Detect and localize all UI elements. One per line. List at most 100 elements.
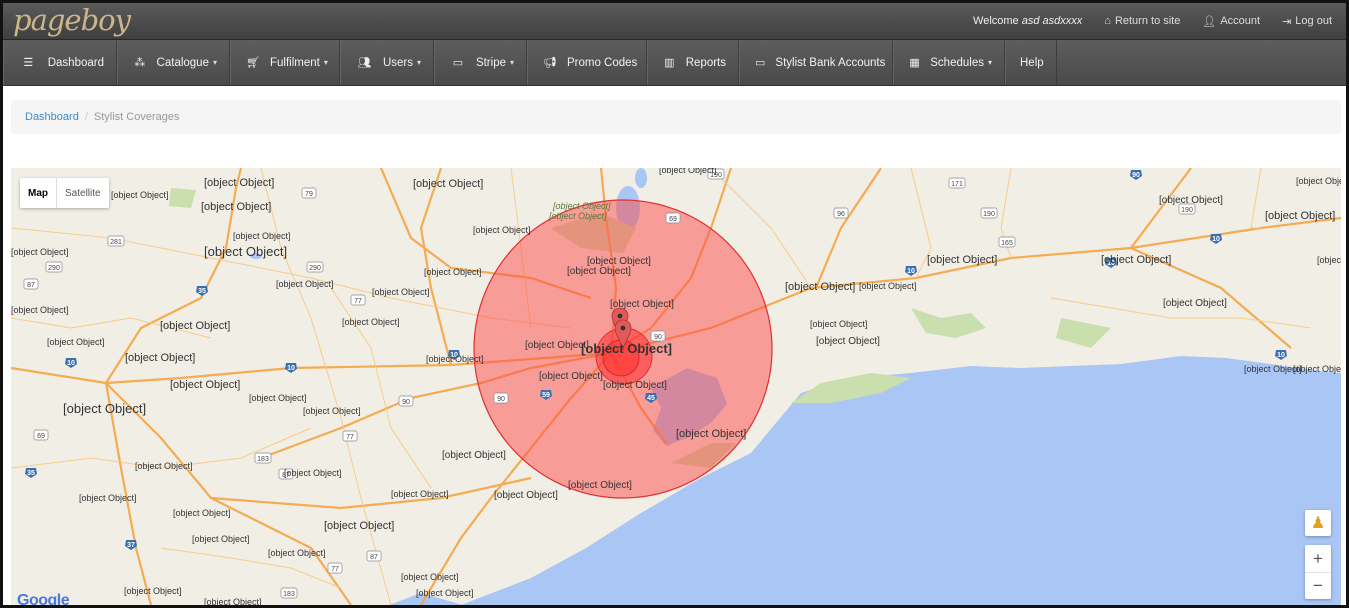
svg-text:10: 10 — [67, 360, 75, 367]
svg-text:77: 77 — [346, 434, 354, 441]
main-nav: ☰ Dashboard ⁂ Catalogue ▾ 🛒︎ Fulfilment ▾ 👥︎ U… — [3, 40, 1346, 86]
svg-text:[object Object]: [object Object] — [63, 401, 146, 416]
bullhorn-icon: 📢︎ — [543, 57, 557, 69]
svg-text:[object Object]: [object Object] — [548, 211, 607, 221]
user-menu: Welcome asd asdxxxx ⌂ Return to site 👤︎ … — [973, 3, 1332, 39]
svg-text:[object Object]: [object Object] — [135, 461, 193, 471]
svg-text:165: 165 — [1001, 240, 1013, 247]
account-link[interactable]: 👤︎ Account — [1202, 15, 1260, 28]
svg-text:90: 90 — [654, 334, 662, 341]
pageboy-logo[interactable]: pageboy — [13, 5, 131, 35]
svg-text:[object Object]: [object Object] — [494, 490, 558, 501]
svg-text:[object Object]: [object Object] — [927, 254, 997, 266]
svg-text:59: 59 — [542, 392, 550, 399]
svg-text:[object Object]: [object Object] — [1296, 176, 1341, 186]
svg-text:[object Object]: [object Object] — [11, 305, 69, 315]
svg-text:281: 281 — [110, 239, 122, 246]
credit-card-icon: ▭ — [755, 57, 766, 69]
breadcrumb-dashboard-link[interactable]: Dashboard — [25, 111, 79, 123]
nav-users[interactable]: 👥︎ Users ▾ — [340, 40, 434, 85]
svg-text:[object Object]: [object Object] — [552, 201, 611, 211]
main-content: Dashboard / Stylist Coverages 35 10 10 1… — [3, 86, 1346, 605]
map-type-map-button[interactable]: Map — [20, 178, 56, 208]
caret-down-icon: ▾ — [509, 58, 514, 67]
svg-text:[object Object]: [object Object] — [160, 320, 230, 332]
return-to-site-link[interactable]: ⌂ Return to site — [1104, 15, 1180, 27]
svg-text:10: 10 — [287, 365, 295, 372]
breadcrumb-current: Stylist Coverages — [93, 111, 180, 123]
svg-text:[object Object]: [object Object] — [676, 428, 746, 440]
svg-text:190: 190 — [983, 211, 995, 218]
map-type-satellite-button[interactable]: Satellite — [56, 178, 109, 208]
nav-stylist-bank-accounts[interactable]: ▭ Stylist Bank Accounts — [739, 40, 893, 85]
breadcrumb: Dashboard / Stylist Coverages — [11, 100, 1341, 134]
svg-text:[object Object]: [object Object] — [204, 244, 287, 259]
nav-catalogue[interactable]: ⁂ Catalogue ▾ — [117, 40, 230, 85]
svg-text:[object Object]: [object Object] — [204, 177, 274, 189]
svg-text:171: 171 — [951, 181, 963, 188]
nav-schedules[interactable]: ▦ Schedules ▾ — [893, 40, 1005, 85]
svg-text:[object Object]: [object Object] — [416, 588, 474, 598]
svg-text:[object Object]: [object Object] — [173, 508, 231, 518]
svg-text:[object Object]: [object Object] — [816, 336, 880, 347]
svg-text:37: 37 — [127, 542, 135, 549]
list-icon: ☰ — [23, 57, 34, 69]
svg-text:183: 183 — [257, 456, 269, 463]
nav-fulfilment[interactable]: 🛒︎ Fulfilment ▾ — [230, 40, 340, 85]
svg-text:[object Object]: [object Object] — [603, 380, 667, 391]
svg-text:10: 10 — [1277, 352, 1285, 359]
zoom-control: + − — [1305, 545, 1331, 599]
svg-text:90: 90 — [402, 399, 410, 406]
svg-text:[object Object]: [object Object] — [111, 190, 169, 200]
nav-help[interactable]: Help — [1005, 40, 1057, 85]
map-type-control: Map Satellite — [20, 178, 109, 208]
caret-down-icon: ▾ — [212, 58, 217, 67]
svg-text:90: 90 — [497, 396, 505, 403]
caret-down-icon: ▾ — [323, 58, 328, 67]
svg-text:[object Object]: [object Object] — [413, 178, 483, 190]
svg-text:190: 190 — [1181, 207, 1193, 214]
nav-promo-codes[interactable]: 📢︎ Promo Codes — [527, 40, 647, 85]
logout-icon: ⇥ — [1282, 15, 1292, 28]
svg-text:10: 10 — [1212, 236, 1220, 243]
pegman-icon[interactable]: ♟ — [1305, 510, 1331, 536]
svg-text:[object Object]: [object Object] — [233, 231, 291, 241]
zoom-in-button[interactable]: + — [1305, 546, 1331, 573]
svg-text:[object Object]: [object Object] — [342, 317, 400, 327]
cart-icon: 🛒︎ — [246, 57, 260, 69]
svg-text:[object Object]: [object Object] — [567, 266, 631, 277]
google-logo[interactable]: Google — [17, 592, 70, 605]
svg-text:[object Object]: [object Object] — [859, 281, 917, 291]
logout-link[interactable]: ⇥ Log out — [1282, 15, 1332, 28]
svg-text:[object Object]: [object Object] — [276, 279, 334, 289]
svg-text:69: 69 — [37, 433, 45, 440]
svg-text:69: 69 — [669, 216, 677, 223]
users-icon: 👥︎ — [357, 57, 372, 69]
svg-text:[object Object]: [object Object] — [204, 597, 262, 605]
svg-text:[object Object]: [object Object] — [1317, 255, 1341, 265]
top-bar: pageboy Welcome asd asdxxxx ⌂ Return to … — [3, 3, 1346, 40]
svg-text:[object Object]: [object Object] — [284, 468, 342, 478]
svg-text:[object Object]: [object Object] — [303, 406, 361, 416]
nav-dashboard[interactable]: ☰ Dashboard — [3, 40, 117, 85]
svg-text:[object Object]: [object Object] — [568, 480, 632, 491]
user-name: asd asdxxxx — [1021, 15, 1083, 27]
svg-text:35: 35 — [198, 288, 206, 295]
svg-text:45: 45 — [647, 395, 655, 402]
svg-text:[object Object]: [object Object] — [581, 341, 672, 356]
caret-down-icon: ▾ — [987, 58, 992, 67]
svg-text:[object Object]: [object Object] — [1265, 210, 1335, 222]
svg-text:10: 10 — [907, 268, 915, 275]
coverage-map[interactable]: 35 10 10 10 59 45 10 10 10 10 37 35 90 7… — [11, 168, 1341, 605]
zoom-out-button[interactable]: − — [1305, 573, 1331, 599]
svg-text:[object Object]: [object Object] — [11, 247, 69, 257]
nav-reports[interactable]: ▥ Reports — [647, 40, 739, 85]
svg-text:[object Object]: [object Object] — [424, 267, 482, 277]
map-canvas[interactable]: 35 10 10 10 59 45 10 10 10 10 37 35 90 7… — [11, 168, 1341, 605]
svg-text:[object Object]: [object Object] — [201, 201, 271, 213]
app-window: pageboy Welcome asd asdxxxx ⌂ Return to … — [3, 3, 1346, 605]
svg-text:[object Object]: [object Object] — [426, 354, 484, 364]
nav-stripe[interactable]: ▭ Stripe ▾ — [434, 40, 527, 85]
svg-text:79: 79 — [305, 191, 313, 198]
svg-text:[object Object]: [object Object] — [1163, 298, 1227, 309]
